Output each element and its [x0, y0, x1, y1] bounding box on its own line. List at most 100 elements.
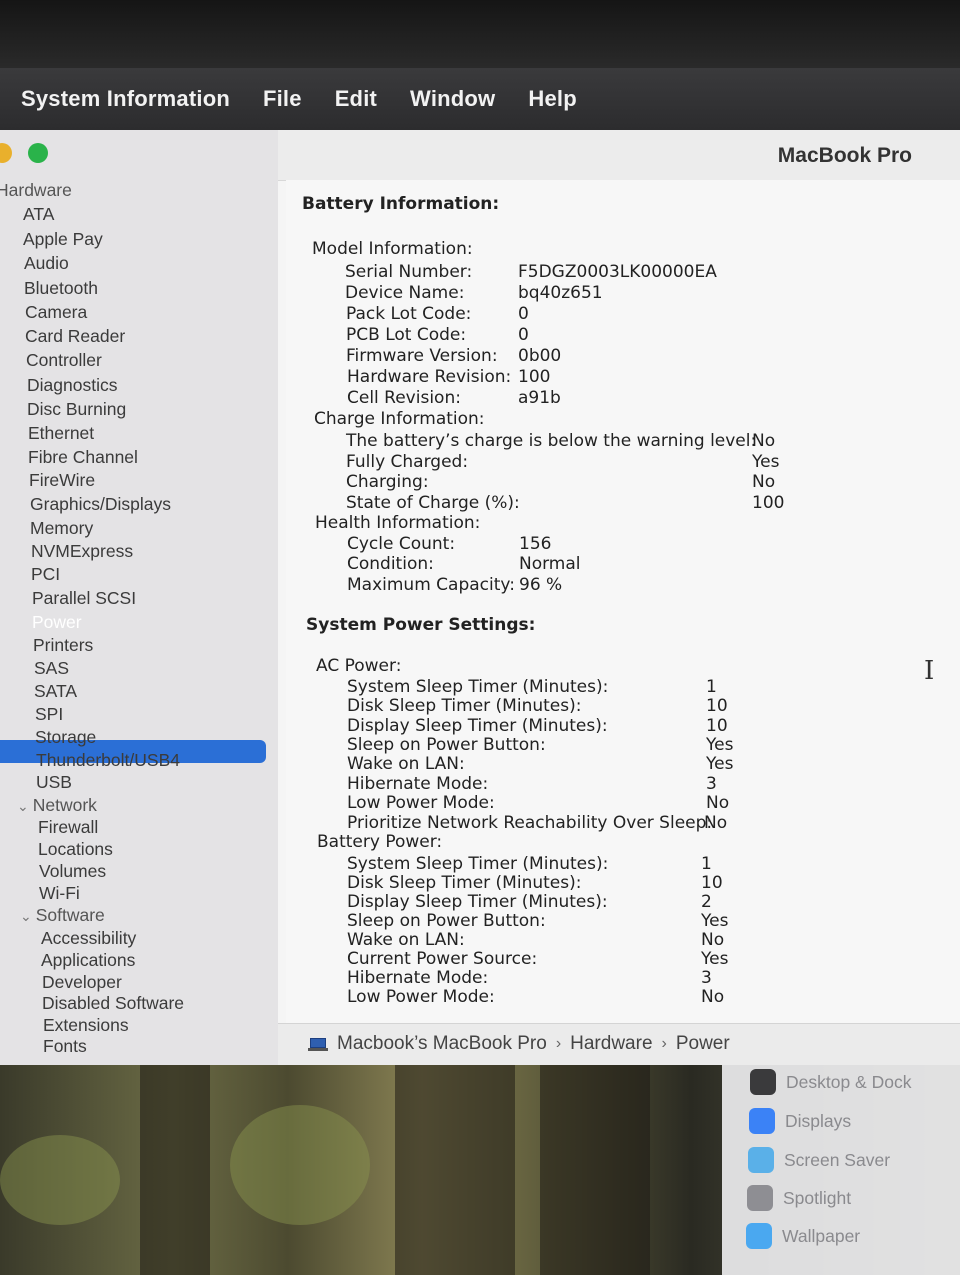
sidebar-item-disc-burning[interactable]: Disc Burning: [27, 399, 126, 420]
sidebar-category-network[interactable]: ⌄ Network: [17, 795, 97, 816]
sidebar-item-card-reader[interactable]: Card Reader: [25, 326, 125, 347]
sidebar-item-thunderbolt-usb4[interactable]: Thunderbolt/USB4: [36, 750, 180, 771]
chevron-down-icon[interactable]: ⌄: [17, 798, 29, 815]
info-row: Prioritize Network Reachability Over Sle…: [347, 813, 712, 833]
info-label: Device Name:: [345, 283, 465, 303]
help-menu[interactable]: Help: [528, 86, 576, 112]
sidebar-item-extensions[interactable]: Extensions: [43, 1015, 129, 1036]
wallpaper-foliage: [0, 1135, 120, 1225]
sidebar-category-software[interactable]: ⌄ Software: [20, 905, 105, 926]
sidebar-item-wi-fi[interactable]: Wi-Fi: [39, 883, 80, 904]
app-menu[interactable]: System Information: [21, 86, 230, 112]
sidebar-item-printers[interactable]: Printers: [33, 635, 93, 656]
sidebar-item-label: Network: [32, 795, 97, 815]
content-area: MacBook Pro Battery Information: Model In…: [278, 130, 960, 1066]
info-value: 96 %: [519, 575, 563, 595]
sidebar-item-apple-pay[interactable]: Apple Pay: [23, 229, 103, 250]
breadcrumb-separator: ›: [661, 1035, 667, 1052]
sidebar-item-storage[interactable]: Storage: [35, 727, 96, 748]
section-header-battery: Battery Information:: [302, 194, 500, 214]
breadcrumb: Macbook’s MacBook Pro › Hardware › Power: [308, 1033, 730, 1055]
sidebar-category-hardware[interactable]: Hardware: [0, 180, 72, 201]
info-row: Low Power Mode:: [347, 987, 495, 1007]
settings-item-displays[interactable]: Displays: [749, 1106, 851, 1136]
sidebar-item-label: Parallel SCSI: [32, 588, 137, 608]
info-value: bq40z651: [518, 283, 603, 303]
info-row: Hardware Revision:: [347, 367, 511, 387]
sidebar-item-firewire[interactable]: FireWire: [29, 470, 95, 491]
sidebar-item-camera[interactable]: Camera: [25, 302, 87, 323]
info-row: Cell Revision:: [347, 388, 461, 408]
sidebar: Hardware ATA Apple Pay Audio Bluetooth Camera…: [0, 130, 279, 1065]
info-row: System Sleep Timer (Minutes):: [347, 677, 608, 697]
window-menu[interactable]: Window: [410, 86, 495, 112]
path-bar: Macbook’s MacBook Pro › Hardware › Power: [278, 1023, 960, 1066]
info-value: 0: [518, 325, 529, 345]
info-value: 10: [706, 716, 728, 736]
info-value: Normal: [519, 554, 581, 574]
sidebar-item-ethernet[interactable]: Ethernet: [28, 423, 94, 444]
sidebar-item-diagnostics[interactable]: Diagnostics: [27, 375, 117, 396]
sidebar-item-ata[interactable]: ATA: [23, 204, 54, 225]
info-label: Hibernate Mode:: [347, 774, 489, 794]
sidebar-item-graphics-displays[interactable]: Graphics/Displays: [30, 494, 171, 515]
breadcrumb-item[interactable]: Power: [676, 1033, 730, 1055]
sidebar-item-accessibility[interactable]: Accessibility: [41, 928, 136, 949]
sidebar-item-developer[interactable]: Developer: [42, 972, 122, 993]
info-row: Disk Sleep Timer (Minutes):: [347, 696, 581, 716]
zoom-button[interactable]: [28, 143, 48, 163]
sidebar-item-power[interactable]: Power: [32, 612, 82, 633]
sidebar-item-label: Accessibility: [41, 928, 137, 948]
minimize-button[interactable]: [0, 143, 12, 163]
info-row: Display Sleep Timer (Minutes):: [347, 892, 608, 912]
sidebar-item-locations[interactable]: Locations: [38, 839, 113, 860]
sidebar-item-controller[interactable]: Controller: [26, 350, 102, 371]
info-row: Low Power Mode:: [347, 793, 495, 813]
sidebar-item-nvmexpress[interactable]: NVMExpress: [31, 541, 133, 562]
detail-pane[interactable]: Battery Information: Model Information: Se…: [286, 180, 960, 1023]
desktop-dock-icon: [750, 1069, 776, 1095]
file-menu[interactable]: File: [263, 86, 302, 112]
breadcrumb-section[interactable]: Hardware: [570, 1033, 652, 1055]
settings-item-desktop-dock[interactable]: Desktop & Dock: [750, 1067, 911, 1097]
sidebar-item-usb[interactable]: USB: [36, 772, 72, 793]
sidebar-item-label: Memory: [30, 518, 94, 538]
info-value: 0: [518, 304, 529, 324]
sidebar-item-label: Graphics/Displays: [30, 494, 172, 514]
breadcrumb-computer[interactable]: Macbook’s MacBook Pro: [337, 1033, 547, 1055]
sidebar-item-label: Controller: [26, 350, 102, 370]
edit-menu[interactable]: Edit: [335, 86, 377, 112]
sidebar-item-firewall[interactable]: Firewall: [38, 817, 98, 838]
info-row: Serial Number:: [345, 262, 472, 282]
settings-item-screen-saver[interactable]: Screen Saver: [748, 1145, 890, 1175]
info-row: Display Sleep Timer (Minutes):: [347, 716, 608, 736]
info-label: Hardware Revision:: [347, 367, 512, 387]
sidebar-item-label: Disc Burning: [27, 399, 127, 419]
sidebar-item-label: Locations: [38, 839, 113, 859]
settings-item-wallpaper[interactable]: Wallpaper: [746, 1221, 860, 1251]
screen-bezel: [0, 0, 960, 68]
sidebar-item-fonts[interactable]: Fonts: [43, 1036, 87, 1057]
sidebar-item-label: Storage: [35, 727, 97, 747]
breadcrumb-separator: ›: [555, 1035, 562, 1052]
info-row: Maximum Capacity:: [347, 575, 515, 595]
sidebar-item-spi[interactable]: SPI: [35, 704, 63, 725]
system-information-window: Hardware ATA Apple Pay Audio Bluetooth Camera…: [0, 130, 960, 1066]
sidebar-item-applications[interactable]: Applications: [41, 950, 135, 971]
sidebar-item-label: Printers: [33, 635, 94, 655]
sidebar-item-disabled-software[interactable]: Disabled Software: [42, 993, 184, 1014]
info-value: F5DGZ0003LK00000EA: [518, 262, 717, 282]
sidebar-item-bluetooth[interactable]: Bluetooth: [24, 278, 98, 299]
sidebar-item-sas[interactable]: SAS: [34, 658, 69, 679]
sidebar-item-parallel-scsi[interactable]: Parallel SCSI: [32, 588, 136, 609]
settings-item-spotlight[interactable]: Spotlight: [747, 1183, 851, 1213]
info-label: State of Charge (%):: [346, 493, 520, 513]
sidebar-item-fibre-channel[interactable]: Fibre Channel: [28, 447, 138, 468]
sidebar-item-sata[interactable]: SATA: [34, 681, 77, 702]
sidebar-item-audio[interactable]: Audio: [24, 253, 69, 274]
chevron-down-icon[interactable]: ⌄: [20, 908, 32, 925]
sidebar-item-volumes[interactable]: Volumes: [39, 861, 106, 882]
sidebar-item-memory[interactable]: Memory: [30, 518, 93, 539]
info-label: Wake on LAN:: [347, 754, 465, 774]
sidebar-item-pci[interactable]: PCI: [31, 564, 60, 585]
